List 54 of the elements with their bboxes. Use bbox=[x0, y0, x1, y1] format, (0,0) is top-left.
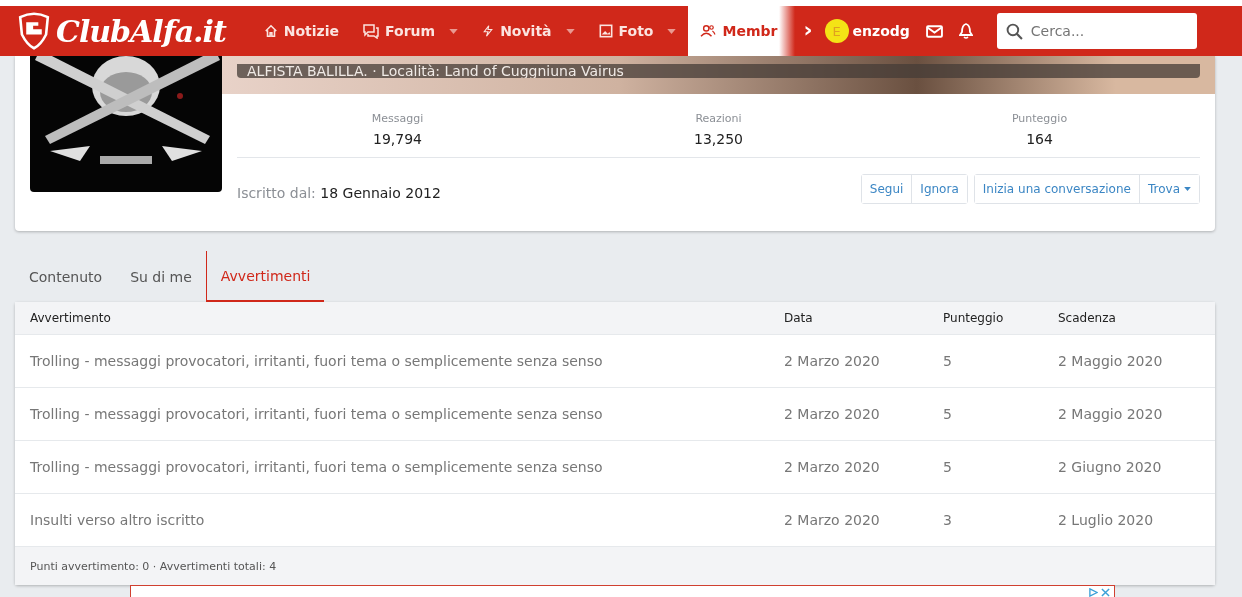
stat-value: 19,794 bbox=[373, 131, 422, 147]
stat-value: 13,250 bbox=[694, 131, 743, 147]
joined-date: Iscritto dal: 18 Gennaio 2012 bbox=[237, 184, 441, 201]
nav-tab[interactable]: Notizie bbox=[251, 6, 352, 56]
nav-tab[interactable]: Membr bbox=[688, 6, 796, 56]
table-cell-text: Trolling - messaggi provocatori, irritanti, fuori tema o semplicemente senza senso bbox=[30, 353, 604, 369]
table-cell-text: 2 Maggio 2020 bbox=[1058, 406, 1164, 422]
nav-tab[interactable]: Foto bbox=[586, 6, 689, 56]
table-cell-text: 2 Marzo 2020 bbox=[784, 459, 881, 475]
column-header: Punteggio bbox=[943, 311, 1005, 325]
column-header: Scadenza bbox=[1058, 311, 1117, 325]
ad-info-icon[interactable] bbox=[1089, 588, 1098, 597]
table-cell-text: Trolling - messaggi provocatori, irritanti, fuori tema o semplicemente senza senso bbox=[30, 406, 604, 422]
stat-value: 164 bbox=[1026, 131, 1053, 147]
user-avatar: E bbox=[824, 19, 849, 43]
image-icon bbox=[598, 24, 613, 38]
table-cell-text: Insulti verso altro iscritto bbox=[30, 512, 206, 528]
table-cell-text: 2 Luglio 2020 bbox=[1058, 512, 1155, 528]
table-footer: Punti avvertimento: 0 · Avvertimenti totali: 4 bbox=[30, 559, 277, 573]
table-cell-text: 5 bbox=[943, 353, 953, 369]
action-button[interactable]: Trova bbox=[1138, 175, 1199, 203]
nav-tab[interactable]: Forum bbox=[351, 6, 471, 56]
nav-tab[interactable]: Novità bbox=[470, 6, 587, 56]
table-cell-text: 5 bbox=[943, 406, 953, 422]
table-cell-text: 2 Giugno 2020 bbox=[1058, 459, 1163, 475]
member-title: ALFISTA BALILLA. · Località: Land of Cuggniuna Vairus bbox=[237, 64, 1200, 78]
bolt-icon bbox=[482, 23, 495, 39]
search-field[interactable]: Cerca... bbox=[996, 13, 1197, 49]
stat-label: Punteggio bbox=[1011, 112, 1068, 125]
chat-icon bbox=[363, 23, 380, 39]
mail-icon[interactable] bbox=[925, 24, 943, 38]
logo-icon bbox=[16, 12, 52, 50]
people-icon bbox=[700, 24, 717, 38]
table-cell-text: 2 Marzo 2020 bbox=[784, 512, 881, 528]
column-header: Data bbox=[784, 311, 814, 325]
profile-tab[interactable]: Su di me bbox=[116, 251, 206, 302]
close-icon[interactable] bbox=[1101, 588, 1110, 597]
scroll-arrow[interactable]: › bbox=[803, 16, 813, 42]
profile-tab[interactable]: Contenuto bbox=[15, 251, 117, 302]
table-cell-text: 2 Marzo 2020 bbox=[784, 353, 881, 369]
table-cell-text: 2 Marzo 2020 bbox=[784, 406, 881, 422]
stat-label: Messaggi bbox=[371, 112, 424, 125]
stat-label: Reazioni bbox=[695, 112, 742, 125]
bell-icon[interactable] bbox=[958, 23, 973, 39]
column-header: Avvertimento bbox=[30, 311, 112, 325]
action-button[interactable]: Ignora bbox=[911, 175, 967, 203]
home-icon bbox=[263, 24, 278, 38]
table-cell-text: 2 Maggio 2020 bbox=[1058, 353, 1164, 369]
table-cell-text: 5 bbox=[943, 459, 953, 475]
search-icon bbox=[1005, 23, 1023, 40]
table-cell-text: Trolling - messaggi provocatori, irritanti, fuori tema o semplicemente senza senso bbox=[30, 459, 604, 475]
user-menu[interactable]: E enzodg bbox=[824, 19, 910, 43]
site-logo[interactable]: ClubAlfa.it bbox=[56, 13, 226, 49]
table-cell-text: 3 bbox=[943, 512, 953, 528]
